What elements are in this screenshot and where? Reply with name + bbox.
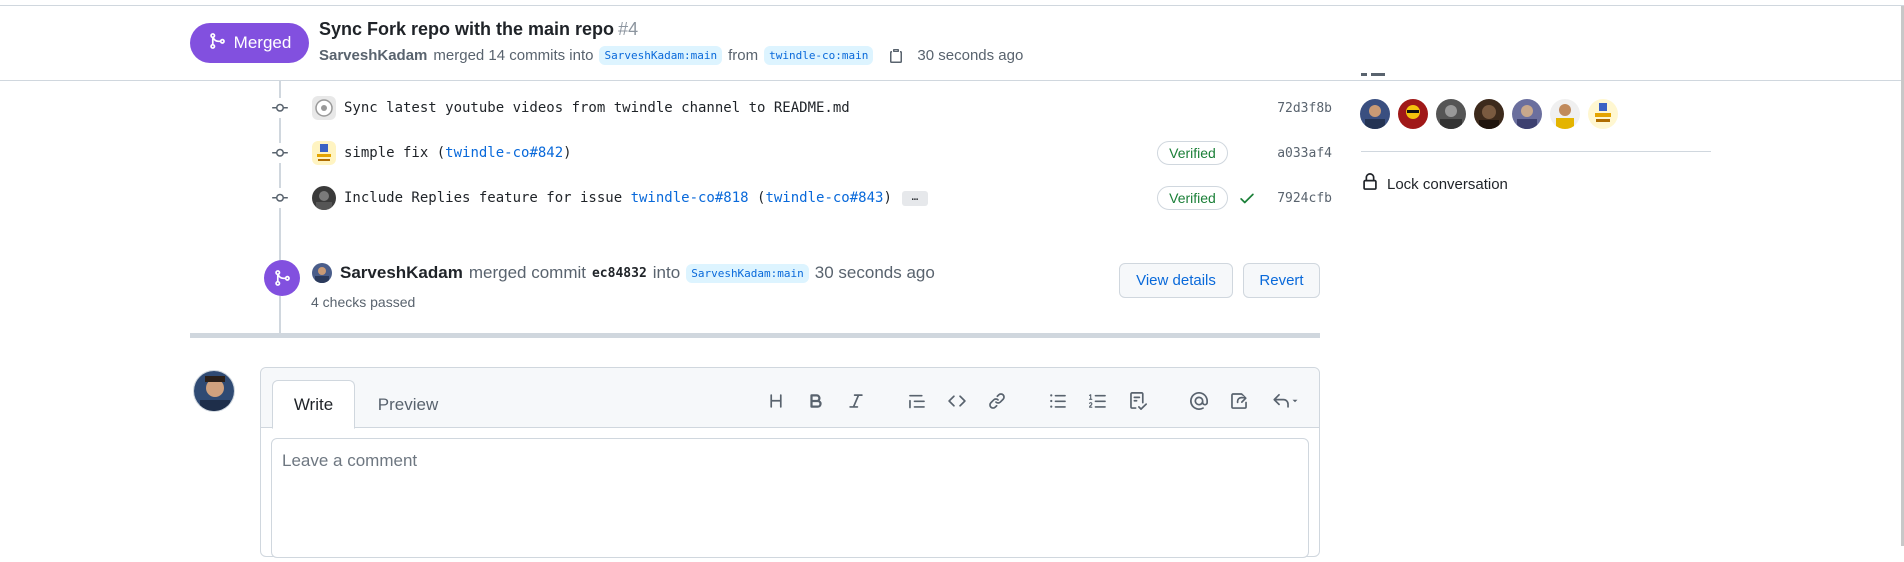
merge-time[interactable]: 30 seconds ago bbox=[815, 263, 935, 283]
issue-link[interactable]: twindle-co#842 bbox=[445, 145, 563, 161]
italic-icon[interactable] bbox=[843, 388, 869, 414]
comment-box: Write Preview bbox=[260, 367, 1320, 558]
state-label: Merged bbox=[233, 33, 292, 52]
view-details-button[interactable]: View details bbox=[1119, 263, 1233, 298]
checks-passed[interactable]: 4 checks passed bbox=[311, 294, 415, 310]
merge-branch[interactable]: SarveshKadam:main bbox=[686, 263, 809, 283]
commit-message: simple fix (twindle-co#842) bbox=[344, 145, 572, 161]
pr-title[interactable]: Sync Fork repo with the main repo #4 bbox=[319, 19, 638, 40]
commit-message-suffix: ) bbox=[563, 145, 572, 161]
verified-badge[interactable]: Verified bbox=[1157, 186, 1228, 210]
revert-button[interactable]: Revert bbox=[1243, 263, 1320, 298]
into-text: into bbox=[652, 263, 681, 282]
check-icon[interactable] bbox=[1238, 189, 1256, 207]
tab-write[interactable]: Write bbox=[272, 380, 355, 429]
avatar[interactable] bbox=[312, 263, 332, 283]
commit-message: Include Replies feature for issue twindl… bbox=[344, 190, 928, 206]
quote-icon[interactable] bbox=[904, 388, 930, 414]
avatar[interactable] bbox=[1436, 99, 1466, 129]
current-user-avatar[interactable] bbox=[193, 370, 235, 412]
avatar[interactable] bbox=[1588, 99, 1618, 129]
bold-icon[interactable] bbox=[803, 388, 829, 414]
tab-preview[interactable]: Preview bbox=[368, 380, 448, 429]
commit-message-mid: ( bbox=[748, 190, 766, 206]
pr-time[interactable]: 30 seconds ago bbox=[917, 47, 1023, 64]
pr-title-text: Sync Fork repo with the main repo bbox=[319, 19, 615, 39]
reference-icon[interactable] bbox=[1226, 388, 1252, 414]
expand-message-button[interactable]: … bbox=[901, 190, 928, 206]
sidebar-divider bbox=[1361, 151, 1711, 152]
commit-icon bbox=[270, 143, 290, 163]
commit-icon bbox=[270, 188, 290, 208]
commit-message-prefix: simple fix ( bbox=[344, 145, 446, 161]
commit-message-prefix: Include Replies feature for issue bbox=[344, 190, 631, 206]
numbered-list-icon[interactable] bbox=[1085, 388, 1111, 414]
commit-sha[interactable]: 72d3f8b bbox=[1262, 101, 1332, 116]
heading-icon[interactable] bbox=[763, 388, 789, 414]
merge-icon bbox=[208, 32, 226, 55]
commit-icon bbox=[270, 98, 290, 118]
commit-row: Include Replies feature for issue twindl… bbox=[270, 185, 1332, 211]
commit-row: Sync latest youtube videos from twindle … bbox=[270, 95, 1332, 121]
avatar[interactable] bbox=[1398, 99, 1428, 129]
github-actions-avatar[interactable] bbox=[312, 96, 336, 120]
merge-author-link[interactable]: SarveshKadam bbox=[340, 263, 463, 283]
mention-icon[interactable] bbox=[1186, 388, 1212, 414]
merge-event-icon bbox=[264, 260, 300, 296]
participants-heading-fragment bbox=[1361, 68, 1401, 76]
merge-text: merged commit bbox=[468, 263, 586, 282]
head-branch[interactable]: twindle-co:main bbox=[764, 46, 874, 65]
copy-icon[interactable] bbox=[887, 47, 905, 65]
merge-commit-sha[interactable]: ec84832 bbox=[592, 266, 647, 281]
commit-message[interactable]: Sync latest youtube videos from twindle … bbox=[344, 100, 850, 116]
merged-text: merged 14 commits into bbox=[433, 47, 594, 64]
commit-sha[interactable]: 7924cfb bbox=[1262, 191, 1332, 206]
avatar[interactable] bbox=[1474, 99, 1504, 129]
comment-textarea[interactable] bbox=[272, 439, 1308, 557]
issue-link[interactable]: twindle-co#818 bbox=[631, 190, 749, 206]
verified-badge[interactable]: Verified bbox=[1157, 141, 1228, 165]
twindle-avatar[interactable] bbox=[312, 141, 336, 165]
timeline-divider bbox=[190, 333, 1320, 338]
issue-link[interactable]: twindle-co#843 bbox=[765, 190, 883, 206]
sticky-header: Merged Sync Fork repo with the main repo… bbox=[0, 6, 1904, 81]
avatar[interactable] bbox=[1512, 99, 1542, 129]
comment-toolbar: Write Preview bbox=[261, 368, 1319, 429]
from-text: from bbox=[728, 47, 759, 64]
contributor-avatar[interactable] bbox=[312, 186, 336, 210]
task-list-icon[interactable] bbox=[1125, 388, 1151, 414]
avatar[interactable] bbox=[1550, 99, 1580, 129]
comment-textarea-wrapper bbox=[271, 438, 1309, 558]
merged-state-badge: Merged bbox=[190, 23, 309, 63]
pr-meta: SarveshKadam merged 14 commits into Sarv… bbox=[319, 46, 1023, 65]
code-icon[interactable] bbox=[944, 388, 970, 414]
lock-icon bbox=[1361, 173, 1379, 195]
commit-sha[interactable]: a033af4 bbox=[1262, 146, 1332, 161]
participants-avatars bbox=[1360, 99, 1618, 129]
reply-icon[interactable] bbox=[1266, 388, 1306, 414]
bullet-list-icon[interactable] bbox=[1045, 388, 1071, 414]
pr-author-link[interactable]: SarveshKadam bbox=[319, 47, 427, 64]
commit-message-suffix: ) bbox=[883, 190, 892, 206]
pr-number: #4 bbox=[618, 19, 639, 39]
lock-conversation-button[interactable]: Lock conversation bbox=[1361, 173, 1508, 195]
avatar[interactable] bbox=[1360, 99, 1390, 129]
base-branch[interactable]: SarveshKadam:main bbox=[599, 46, 723, 65]
commit-row: simple fix (twindle-co#842) Verified a03… bbox=[270, 140, 1332, 166]
lock-conversation-label: Lock conversation bbox=[1387, 175, 1508, 193]
merge-event-line: SarveshKadam merged commit ec84832 into … bbox=[312, 263, 935, 283]
link-icon[interactable] bbox=[984, 388, 1010, 414]
